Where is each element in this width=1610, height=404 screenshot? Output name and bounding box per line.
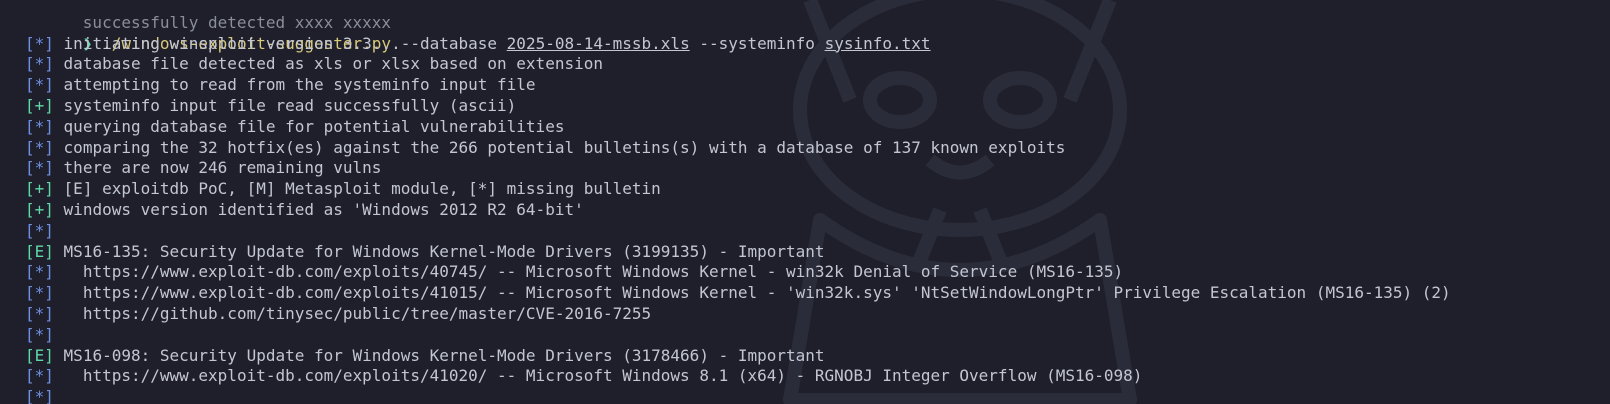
line-message: initiating winsploit version 3.3... [63,33,401,53]
terminal-line: [*] https://github.com/tinysec/public/tr… [25,304,1610,325]
terminal-line: [*] initiating winsploit version 3.3... [25,34,1610,55]
status-tag: [*] [25,54,54,74]
line-message: systeminfo input file read successfully … [63,95,517,115]
status-tag: [+] [25,179,54,199]
terminal-line: [*] attempting to read from the systemin… [25,75,1610,96]
terminal-line: [*] [25,387,1610,404]
terminal-line: [*] [25,325,1610,346]
terminal-line: [*] comparing the 32 hotfix(es) against … [25,138,1610,159]
status-tag: [*] [25,158,54,178]
terminal-line: [+] windows version identified as 'Windo… [25,200,1610,221]
status-tag: [*] [25,283,54,303]
status-tag: [+] [25,199,54,219]
line-message: windows version identified as 'Windows 2… [63,199,584,219]
status-tag: [*] [25,116,54,136]
line-message: https://www.exploit-db.com/exploits/4101… [63,283,1451,303]
status-tag: [*] [25,324,54,344]
terminal-line: [*] https://www.exploit-db.com/exploits/… [25,366,1610,387]
terminal-line: [*] there are now 246 remaining vulns [25,158,1610,179]
status-tag: [E] [25,241,54,261]
status-tag: [*] [25,366,54,386]
line-message: MS16-098: Security Update for Windows Ke… [63,345,825,365]
command-line: ❯ ./windows-exploit-suggester.py --datab… [25,13,1610,53]
line-message: https://github.com/tinysec/public/tree/m… [63,303,652,323]
line-message: https://www.exploit-db.com/exploits/4102… [63,366,1143,386]
status-tag: [*] [25,387,54,404]
status-tag: [*] [25,33,54,53]
line-message: [E] exploitdb PoC, [M] Metasploit module… [63,179,661,199]
line-message: https://www.exploit-db.com/exploits/4074… [63,262,1124,282]
terminal-line: [*] https://www.exploit-db.com/exploits/… [25,262,1610,283]
status-tag: [*] [25,303,54,323]
status-tag: [*] [25,262,54,282]
terminal-line: [*] querying database file for potential… [25,117,1610,138]
status-tag: [*] [25,137,54,157]
status-tag: [*] [25,75,54,95]
line-message: attempting to read from the systeminfo i… [63,75,536,95]
terminal-line: [E] MS16-135: Security Update for Window… [25,242,1610,263]
terminal-line-partial: successfully detected xxxx xxxxx [82,12,392,32]
terminal-line: [+] systeminfo input file read successfu… [25,96,1610,117]
line-message: MS16-135: Security Update for Windows Ke… [63,241,825,261]
output-lines: [*] initiating winsploit version 3.3...[… [25,34,1610,404]
line-message: database file detected as xls or xlsx ba… [63,54,603,74]
terminal-line: [*] https://www.exploit-db.com/exploits/… [25,283,1610,304]
terminal-output: successfully detected xxxx xxxxx ❯ ./win… [25,0,1610,404]
terminal-line: [+] [E] exploitdb PoC, [M] Metasploit mo… [25,179,1610,200]
line-message: there are now 246 remaining vulns [63,158,382,178]
status-tag: [*] [25,220,54,240]
terminal-window[interactable]: successfully detected xxxx xxxxx ❯ ./win… [0,0,1610,404]
terminal-line: [*] database file detected as xls or xls… [25,54,1610,75]
line-message: comparing the 32 hotfix(es) against the … [63,137,1066,157]
terminal-line: [E] MS16-098: Security Update for Window… [25,346,1610,367]
status-tag: [E] [25,345,54,365]
status-tag: [+] [25,95,54,115]
terminal-line: [*] [25,221,1610,242]
line-message: querying database file for potential vul… [63,116,565,136]
